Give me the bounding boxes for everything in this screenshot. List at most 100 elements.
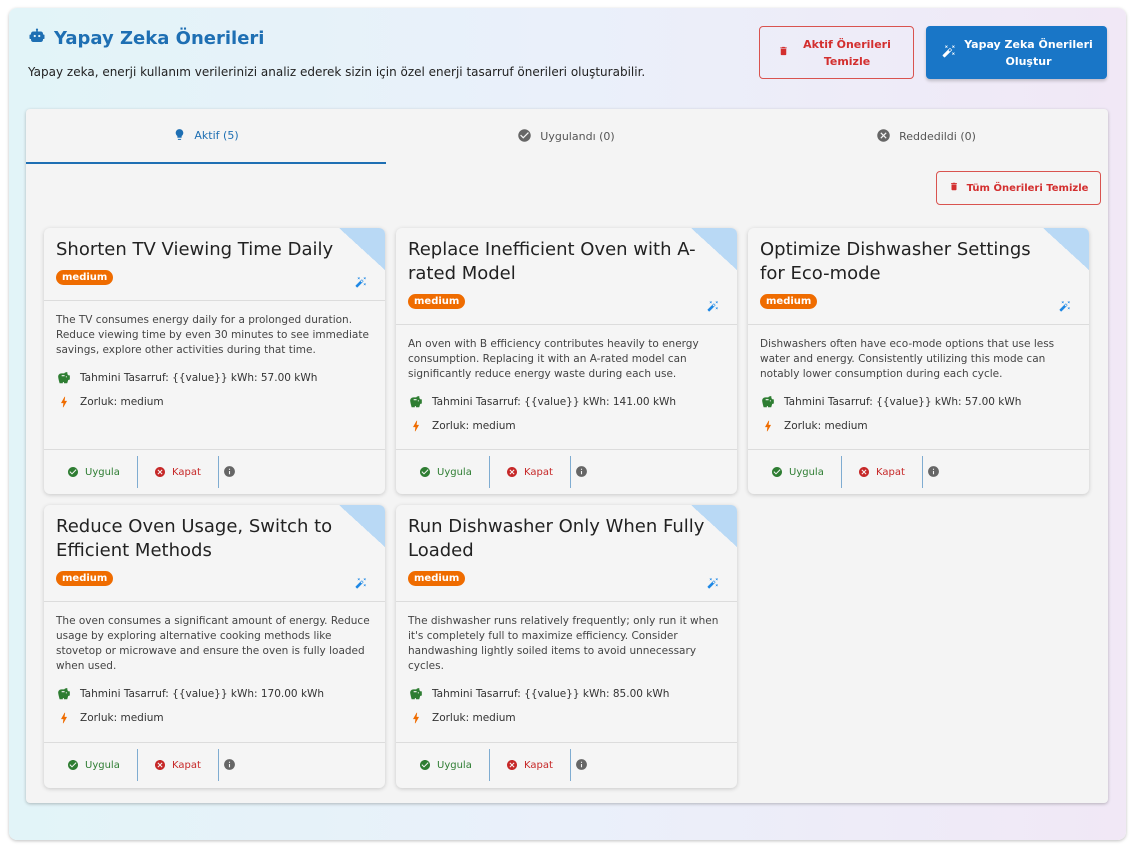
check-circle-icon bbox=[68, 467, 78, 477]
info-icon[interactable] bbox=[575, 756, 588, 775]
info-icon[interactable] bbox=[575, 463, 588, 482]
card-description: The oven consumes a significant amount o… bbox=[56, 615, 370, 672]
piggy-bank-icon bbox=[410, 396, 422, 408]
tab-active[interactable]: Aktif (5) bbox=[26, 109, 386, 164]
trash-icon bbox=[949, 181, 959, 195]
tab-rejected[interactable]: Reddedildi (0) bbox=[746, 109, 1106, 164]
check-circle-icon bbox=[517, 128, 532, 146]
apply-button[interactable]: Uygula bbox=[67, 759, 137, 771]
card-actions: Uygula Kapat bbox=[396, 454, 737, 490]
action-separator bbox=[218, 456, 219, 488]
card-description: The TV consumes energy daily for a prolo… bbox=[56, 314, 369, 356]
dismiss-button[interactable]: Kapat bbox=[154, 759, 218, 771]
card-divider bbox=[396, 324, 737, 325]
piggy-bank-icon bbox=[58, 688, 70, 700]
difficulty-row: Zorluk: medium bbox=[56, 395, 164, 409]
recommendation-card: Shorten TV Viewing Time Daily medium The… bbox=[44, 228, 385, 494]
card-title: Replace Inefficient Oven with A-rated Mo… bbox=[408, 239, 696, 284]
savings-text: Tahmini Tasarruf: {{value}} kWh: 170.00 … bbox=[80, 688, 325, 700]
clear-all-button[interactable]: Tüm Önerileri Temizle bbox=[936, 171, 1101, 205]
difficulty-text: Zorluk: medium bbox=[80, 712, 164, 724]
card-title: Run Dishwasher Only When Fully Loaded bbox=[408, 516, 705, 561]
card-divider bbox=[44, 742, 385, 743]
card-divider bbox=[44, 601, 385, 602]
apply-label: Uygula bbox=[437, 759, 472, 771]
apply-label: Uygula bbox=[789, 466, 824, 478]
action-separator bbox=[489, 749, 490, 781]
card-divider bbox=[748, 449, 1089, 450]
clear-active-button[interactable]: Aktif Önerileri Temizle bbox=[759, 26, 914, 79]
info-icon[interactable] bbox=[223, 756, 236, 775]
page-title: Yapay Zeka Önerileri bbox=[54, 27, 265, 49]
apply-button[interactable]: Uygula bbox=[67, 466, 137, 478]
bolt-icon bbox=[61, 396, 67, 408]
dismiss-label: Kapat bbox=[172, 759, 201, 771]
bolt-icon bbox=[765, 420, 771, 432]
bolt-icon bbox=[413, 420, 419, 432]
clear-all-label: Tüm Önerileri Temizle bbox=[966, 182, 1089, 194]
tab-active-label: Aktif (5) bbox=[194, 129, 239, 142]
apply-label: Uygula bbox=[85, 466, 120, 478]
card-title: Optimize Dishwasher Settings for Eco-mod… bbox=[760, 239, 1031, 284]
dismiss-button[interactable]: Kapat bbox=[506, 759, 570, 771]
card-actions: Uygula Kapat bbox=[44, 747, 385, 783]
card-description: The dishwasher runs relatively frequentl… bbox=[408, 615, 719, 672]
magic-wand-icon bbox=[707, 574, 719, 593]
piggy-bank-icon bbox=[410, 688, 422, 700]
tab-rejected-label: Reddedildi (0) bbox=[899, 130, 976, 143]
cancel-circle-icon bbox=[155, 467, 165, 477]
cancel-circle-icon bbox=[507, 760, 517, 770]
difficulty-text: Zorluk: medium bbox=[432, 712, 516, 724]
bolt-icon bbox=[61, 712, 67, 724]
savings-row: Tahmini Tasarruf: {{value}} kWh: 141.00 … bbox=[408, 395, 676, 409]
generate-label: Yapay Zeka Önerileri Oluştur bbox=[964, 37, 1093, 68]
difficulty-text: Zorluk: medium bbox=[80, 396, 164, 408]
action-separator bbox=[570, 456, 571, 488]
card-divider bbox=[44, 449, 385, 450]
savings-text: Tahmini Tasarruf: {{value}} kWh: 57.00 k… bbox=[784, 396, 1022, 408]
card-description: An oven with B efficiency contributes he… bbox=[408, 338, 699, 380]
dismiss-label: Kapat bbox=[524, 759, 553, 771]
clear-active-label: Aktif Önerileri Temizle bbox=[803, 37, 891, 68]
info-icon[interactable] bbox=[927, 463, 940, 482]
magic-wand-icon bbox=[355, 574, 367, 593]
bolt-icon bbox=[413, 712, 419, 724]
difficulty-row: Zorluk: medium bbox=[408, 419, 516, 433]
savings-row: Tahmini Tasarruf: {{value}} kWh: 170.00 … bbox=[56, 687, 324, 701]
dismiss-button[interactable]: Kapat bbox=[858, 466, 922, 478]
savings-row: Tahmini Tasarruf: {{value}} kWh: 85.00 k… bbox=[408, 687, 669, 701]
action-separator bbox=[841, 456, 842, 488]
difficulty-text: Zorluk: medium bbox=[432, 420, 516, 432]
apply-button[interactable]: Uygula bbox=[419, 759, 489, 771]
dismiss-label: Kapat bbox=[524, 466, 553, 478]
cancel-circle-icon bbox=[507, 467, 517, 477]
card-actions: Uygula Kapat bbox=[748, 454, 1089, 490]
cancel-circle-icon bbox=[859, 467, 869, 477]
card-actions: Uygula Kapat bbox=[396, 747, 737, 783]
savings-text: Tahmini Tasarruf: {{value}} kWh: 141.00 … bbox=[432, 396, 677, 408]
piggy-bank-icon bbox=[58, 372, 70, 384]
info-icon[interactable] bbox=[223, 463, 236, 482]
apply-button[interactable]: Uygula bbox=[771, 466, 841, 478]
dismiss-button[interactable]: Kapat bbox=[154, 466, 218, 478]
card-divider bbox=[396, 449, 737, 450]
card-description: Dishwashers often have eco-mode options … bbox=[760, 338, 1055, 380]
dismiss-button[interactable]: Kapat bbox=[506, 466, 570, 478]
apply-label: Uygula bbox=[437, 466, 472, 478]
check-circle-icon bbox=[420, 467, 430, 477]
robot-icon bbox=[28, 27, 46, 49]
generate-recommendations-button[interactable]: Yapay Zeka Önerileri Oluştur bbox=[926, 26, 1107, 79]
ai-recommendations-panel: Yapay Zeka Önerileri Yapay zeka, enerji … bbox=[9, 8, 1126, 840]
action-separator bbox=[570, 749, 571, 781]
recommendation-card: Reduce Oven Usage, Switch to Efficient M… bbox=[44, 505, 385, 788]
card-title: Shorten TV Viewing Time Daily bbox=[56, 239, 334, 260]
difficulty-badge: medium bbox=[760, 294, 818, 309]
check-circle-icon bbox=[68, 760, 78, 770]
dismiss-label: Kapat bbox=[876, 466, 905, 478]
card-title: Reduce Oven Usage, Switch to Efficient M… bbox=[56, 516, 333, 561]
apply-button[interactable]: Uygula bbox=[419, 466, 489, 478]
cancel-circle-icon bbox=[155, 760, 165, 770]
card-divider bbox=[44, 300, 385, 301]
savings-row: Tahmini Tasarruf: {{value}} kWh: 57.00 k… bbox=[760, 395, 1021, 409]
tab-applied[interactable]: Uygulandı (0) bbox=[386, 109, 746, 164]
